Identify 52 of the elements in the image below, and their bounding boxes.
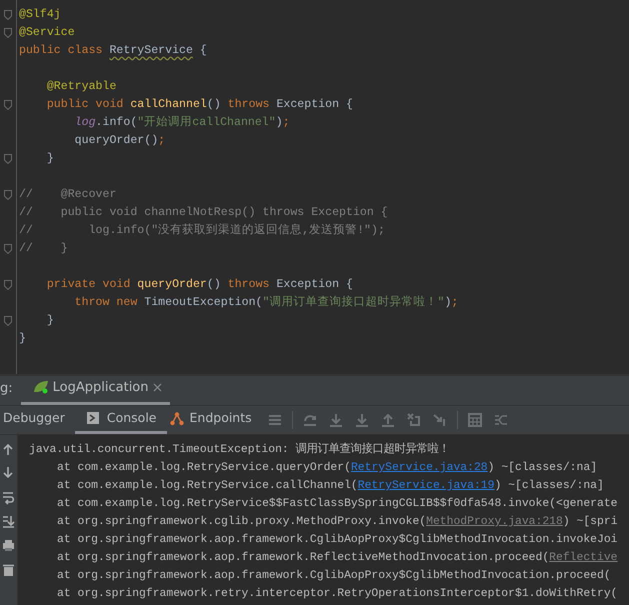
fold-icon[interactable] — [4, 316, 12, 326]
close-icon[interactable] — [152, 382, 162, 392]
code-line: throw new TimeoutException("调用订单查询接口超时异常啦！"); — [74, 294, 458, 311]
endpoints-icon — [170, 412, 184, 426]
console-line: at org.springframework.aop.framework.CglibAopProxy$CglibMethodInvocation.invokeJoi — [56, 532, 619, 548]
scroll-to-end-icon[interactable] — [2, 515, 15, 529]
code-line: queryOrder(); — [74, 133, 166, 149]
console-tab[interactable]: Endpoints — [166, 406, 262, 434]
code-line: } — [46, 151, 55, 167]
code-line: private void queryOrder() throws Exception { — [46, 277, 354, 293]
leaf-icon — [32, 380, 49, 394]
code-line: @Service — [19, 25, 76, 41]
console-line: at org.springframework.retry.interceptor.RetryOperationsInterceptor$1.doWithRetry( — [56, 586, 619, 602]
code-line: // public void channelNotResp() throws Exception { — [19, 205, 389, 221]
panel-label: g: — [0, 380, 14, 398]
calculator-icon[interactable] — [468, 413, 482, 427]
step-over-icon[interactable] — [302, 413, 317, 427]
fold-icon[interactable] — [4, 100, 12, 110]
code-line: } — [19, 331, 27, 347]
console-line: at com.example.log.RetryService.queryOrder(RetryService.java:28) ~[classes/:na] — [56, 460, 598, 476]
fold-icon[interactable] — [4, 154, 12, 164]
code-line: // log.info("没有获取到渠道的返回信息,发送预警!"); — [19, 222, 386, 239]
console-icon — [86, 412, 101, 426]
code-line: public void callChannel() throws Exception { — [46, 97, 354, 113]
console-line: at com.example.log.RetryService$$FastClassBySpringCGLIB$$f0dfa548.invoke(<generate — [56, 496, 619, 512]
step-into-icon[interactable] — [354, 413, 369, 427]
console-line: at org.springframework.cglib.proxy.MethodProxy.invoke(MethodProxy.java:218) ~[spri — [56, 514, 619, 530]
menu-icon[interactable] — [268, 413, 282, 427]
run-to-cursor-icon[interactable] — [432, 413, 447, 427]
console-line: at org.springframework.aop.framework.CglibAopProxy$CglibMethodInvocation.proceed( — [56, 568, 612, 584]
code-line: log.info("开始调用callChannel"); — [74, 114, 291, 131]
console-line: at org.springframework.aop.framework.ReflectiveMethodInvocation.proceed(Reflective — [56, 550, 619, 566]
code-line: } — [46, 313, 55, 329]
code-line: @Slf4j — [19, 7, 62, 23]
step-into-icon[interactable] — [328, 413, 343, 427]
drop-frame-icon[interactable] — [406, 413, 421, 427]
fold-icon[interactable] — [4, 280, 12, 290]
code-line: public class RetryService { — [19, 43, 208, 59]
console-tab[interactable]: Debugger — [0, 406, 75, 434]
code-line: @Retryable — [46, 79, 118, 95]
code-line: // @Recover — [19, 187, 118, 203]
soft-wrap-icon[interactable] — [2, 491, 15, 505]
step-out-icon[interactable] — [380, 413, 395, 427]
code-line: // } — [19, 241, 69, 257]
console-line: at com.example.log.RetryService.callChannel(RetryService.java:19) ~[classes/:na] — [56, 478, 605, 494]
down-arrow-icon[interactable] — [2, 467, 15, 481]
fold-icon[interactable] — [4, 190, 12, 200]
up-arrow-icon[interactable] — [2, 443, 15, 457]
trash-icon[interactable] — [2, 563, 15, 577]
print-icon[interactable] — [2, 539, 15, 553]
console-line: java.util.concurrent.TimeoutException: 调用订单查询接口超时异常啦！ — [29, 442, 451, 458]
fold-icon[interactable] — [4, 244, 12, 254]
